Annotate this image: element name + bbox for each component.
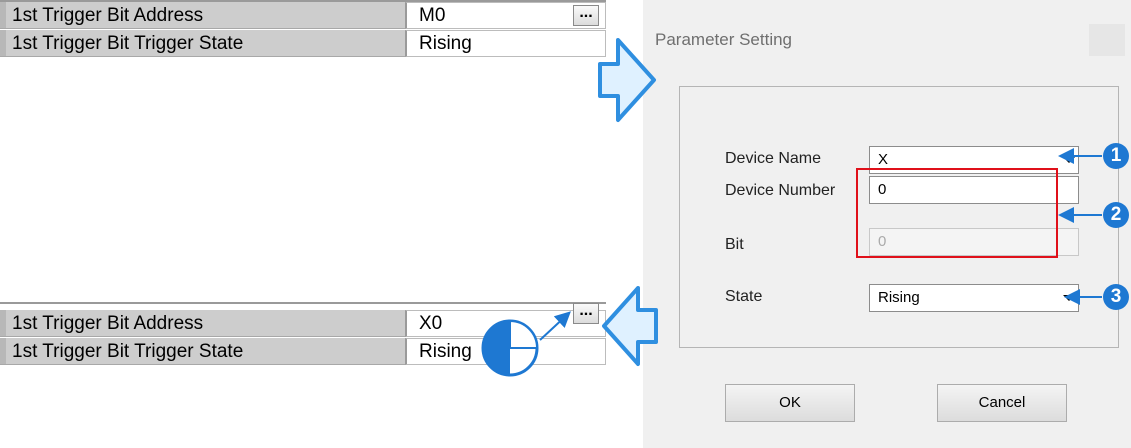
mouse-click-icon <box>481 319 539 377</box>
annotation-overlay <box>481 38 1102 377</box>
left-arrow-icon <box>602 286 658 366</box>
right-arrow-icon <box>598 38 656 122</box>
click-pointer-line <box>539 311 571 341</box>
